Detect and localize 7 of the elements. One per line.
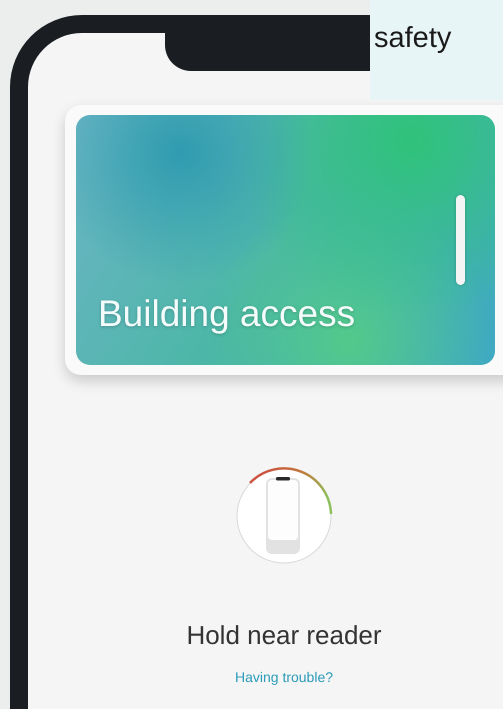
card-title: Building access	[98, 293, 356, 335]
access-card[interactable]: Building access	[65, 105, 503, 375]
status-title: Hold near reader	[186, 620, 382, 651]
scroll-pill-icon	[456, 195, 465, 285]
phone-reader-icon	[234, 464, 334, 564]
callout-text: safety	[374, 22, 452, 54]
trouble-link[interactable]: Having trouble?	[234, 669, 334, 685]
